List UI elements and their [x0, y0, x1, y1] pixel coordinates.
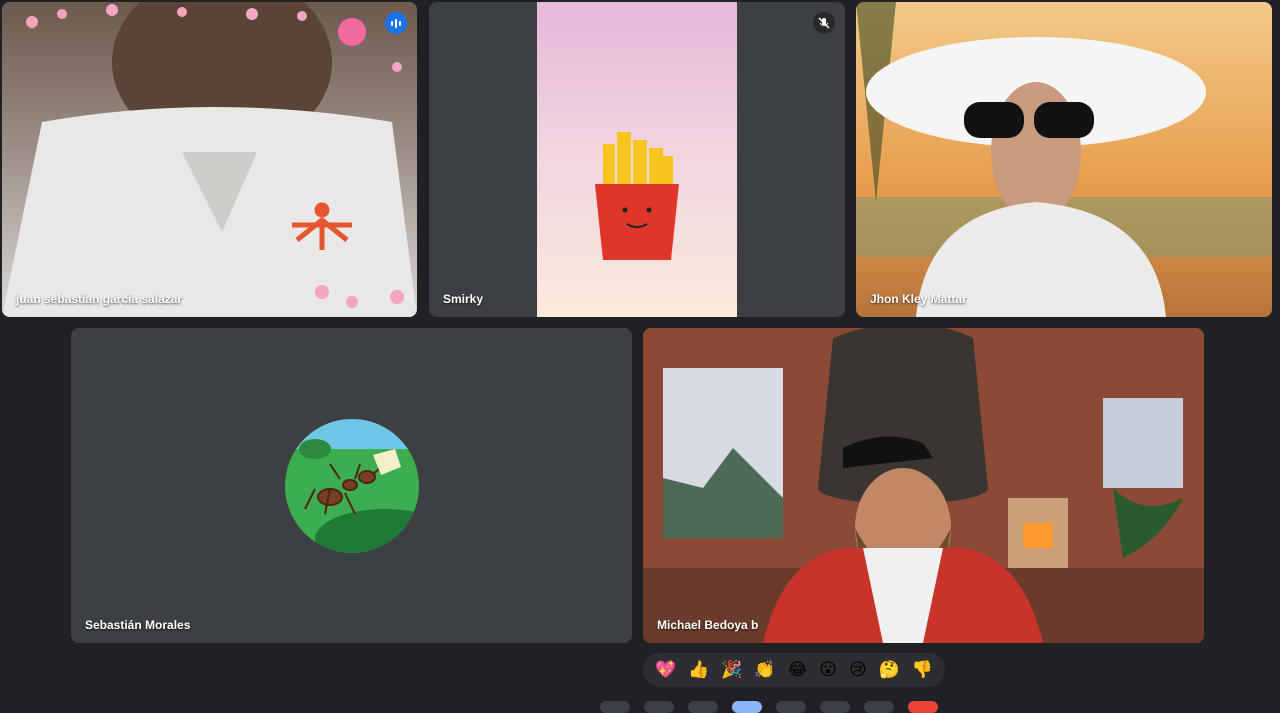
reaction-bar: 💖 👍 🎉 👏 😂 😮 😢 🤔 👎 — [643, 653, 945, 687]
participant-name: Sebastián Morales — [85, 618, 191, 632]
reaction-clapping-icon[interactable]: 👏 — [754, 661, 775, 679]
reaction-thumbs-up-icon[interactable]: 👍 — [688, 661, 709, 679]
reaction-surprised-icon[interactable]: 😮 — [819, 661, 837, 679]
participant-tile-sebastian[interactable]: Sebastián Morales — [71, 328, 632, 643]
reaction-heart-icon[interactable]: 💖 — [655, 661, 676, 679]
participant-video — [856, 2, 1272, 317]
control-button[interactable] — [600, 701, 630, 713]
meeting-controls — [600, 701, 990, 713]
control-button[interactable] — [732, 701, 762, 713]
participant-tile-smirky[interactable]: Smirky — [429, 2, 845, 317]
reaction-thumbs-down-icon[interactable]: 👎 — [912, 661, 933, 679]
reaction-thinking-icon[interactable]: 🤔 — [879, 661, 900, 679]
participant-video — [643, 328, 1204, 643]
control-button[interactable] — [644, 701, 674, 713]
participant-name: Smirky — [443, 292, 484, 306]
participant-video — [537, 2, 737, 317]
speaking-indicator-icon — [385, 12, 407, 34]
participant-name: juan sebastian garcia salazar — [16, 292, 183, 306]
reaction-crying-icon[interactable]: 😢 — [849, 661, 867, 679]
control-button[interactable] — [820, 701, 850, 713]
participant-tile-jhon[interactable]: Jhon Kley Mattar — [856, 2, 1272, 317]
avatar — [285, 419, 419, 553]
end-call-button[interactable] — [908, 701, 938, 713]
control-button[interactable] — [776, 701, 806, 713]
participant-name: Jhon Kley Mattar — [870, 292, 967, 306]
mic-off-icon — [813, 12, 835, 34]
reaction-laughing-icon[interactable]: 😂 — [787, 661, 807, 679]
control-button[interactable] — [864, 701, 894, 713]
participant-tile-juan[interactable]: juan sebastian garcia salazar — [2, 2, 417, 317]
control-button[interactable] — [688, 701, 718, 713]
participant-video — [2, 2, 417, 317]
participant-tile-michael[interactable]: Michael Bedoya b — [643, 328, 1204, 643]
participant-name: Michael Bedoya b — [657, 618, 759, 632]
reaction-party-popper-icon[interactable]: 🎉 — [721, 661, 742, 679]
